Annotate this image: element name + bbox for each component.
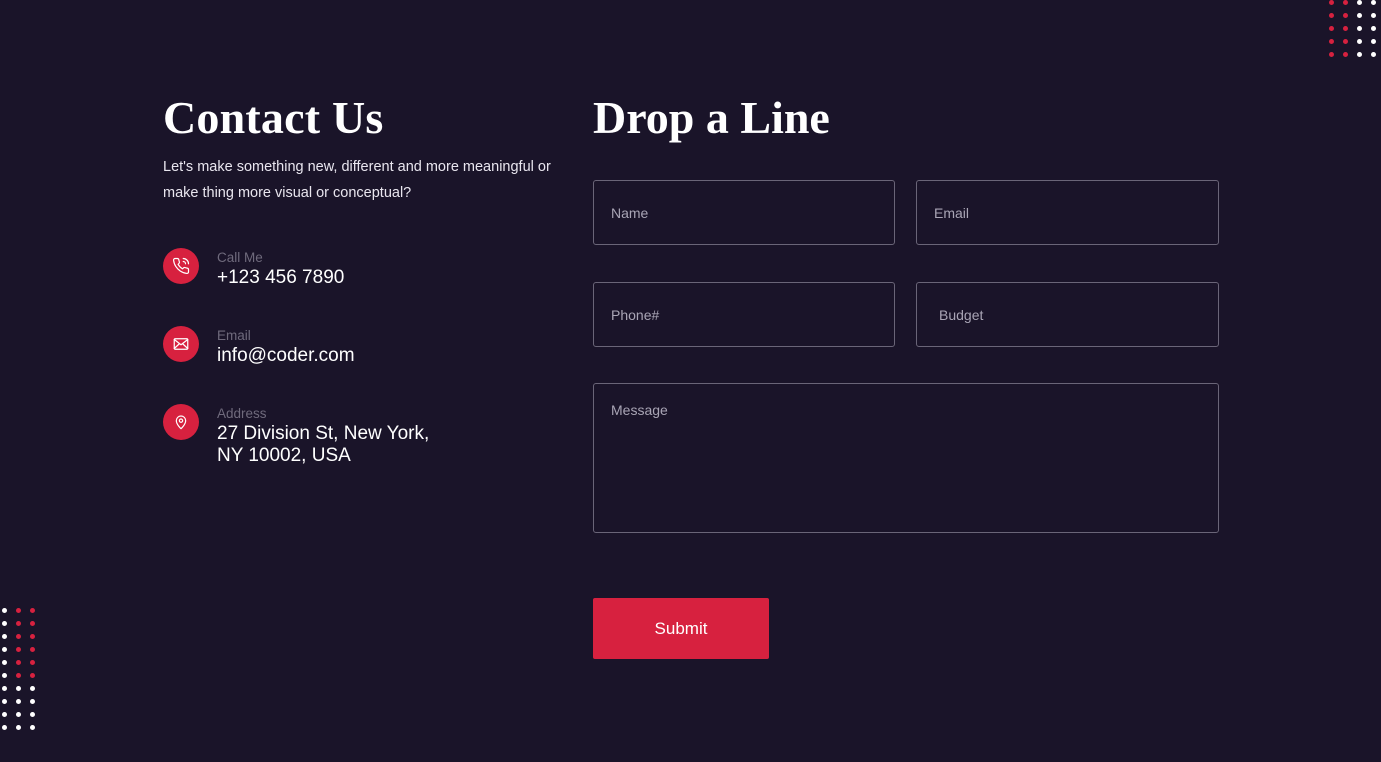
- mail-icon: [163, 326, 199, 362]
- phone-field[interactable]: [593, 282, 895, 347]
- address-value: 27 Division St, New York, NY 10002, USA: [217, 423, 430, 466]
- info-item-email: Email info@coder.com: [163, 326, 355, 367]
- name-field[interactable]: [593, 180, 895, 245]
- phone-label: Call Me: [217, 250, 263, 265]
- address-label: Address: [217, 406, 267, 421]
- email-field[interactable]: [916, 180, 1219, 245]
- decorative-dots-top: [1329, 0, 1377, 57]
- submit-button[interactable]: Submit: [593, 598, 769, 659]
- info-item-phone: Call Me +123 456 7890: [163, 248, 344, 289]
- form-title: Drop a Line: [593, 92, 830, 143]
- email-value[interactable]: info@coder.com: [217, 345, 355, 367]
- message-field[interactable]: [593, 383, 1219, 533]
- phone-value[interactable]: +123 456 7890: [217, 267, 344, 289]
- contact-title: Contact Us: [163, 92, 384, 143]
- location-pin-icon: [163, 404, 199, 440]
- phone-icon: [163, 248, 199, 284]
- contact-description: Let's make something new, different and …: [163, 159, 551, 201]
- info-item-address: Address 27 Division St, New York, NY 100…: [163, 404, 447, 467]
- email-label: Email: [217, 328, 251, 343]
- decorative-dots-bottom: [2, 608, 36, 730]
- budget-field[interactable]: [916, 282, 1219, 347]
